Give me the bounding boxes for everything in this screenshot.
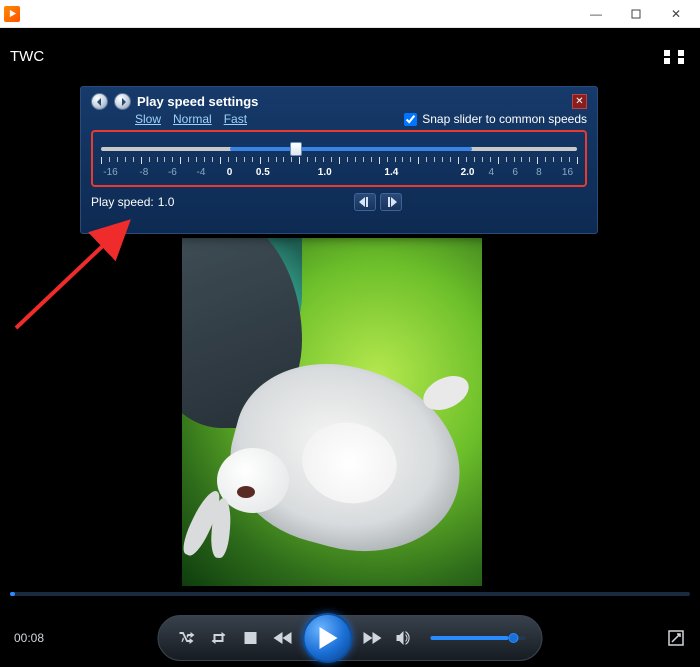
speed-ticks (101, 157, 577, 167)
panel-prev-button[interactable] (91, 93, 108, 110)
snap-label-text: Snap slider to common speeds (422, 112, 587, 126)
video-area: TWC Play speed settings ✕ Slow Normal Fa… (0, 28, 700, 608)
time-elapsed: 00:08 (14, 631, 58, 645)
fast-forward-button[interactable] (361, 626, 385, 650)
minimize-button[interactable]: — (576, 1, 616, 27)
panel-next-button[interactable] (114, 93, 131, 110)
speed-slider-highlight: -16-8-6-400.51.01.42.046816 (91, 130, 587, 187)
volume-button[interactable] (393, 626, 417, 650)
play-button[interactable] (303, 613, 353, 663)
speed-step-forward-button[interactable] (380, 193, 402, 211)
volume-slider[interactable] (431, 636, 526, 640)
speed-step-back-button[interactable] (354, 193, 376, 211)
play-speed-label: Play speed: (91, 195, 154, 209)
speed-slider[interactable] (101, 142, 577, 156)
fullscreen-button[interactable] (666, 628, 686, 648)
stop-button[interactable] (239, 626, 263, 650)
panel-close-button[interactable]: ✕ (572, 94, 587, 109)
window-controls: — ✕ (576, 1, 696, 27)
play-speed-panel: Play speed settings ✕ Slow Normal Fast S… (80, 86, 598, 234)
close-button[interactable]: ✕ (656, 1, 696, 27)
panel-title: Play speed settings (137, 94, 258, 109)
video-frame[interactable] (182, 238, 482, 586)
speed-slider-thumb[interactable] (290, 142, 302, 156)
repeat-button[interactable] (207, 626, 231, 650)
snap-checkbox-label[interactable]: Snap slider to common speeds (404, 112, 587, 126)
app-icon (4, 6, 20, 22)
rewind-button[interactable] (271, 626, 295, 650)
shuffle-button[interactable] (175, 626, 199, 650)
snap-checkbox[interactable] (404, 113, 417, 126)
speed-normal-link[interactable]: Normal (173, 112, 212, 126)
speed-labels: -16-8-6-400.51.01.42.046816 (101, 167, 577, 181)
switch-view-icon[interactable] (664, 50, 684, 64)
speed-fast-link[interactable]: Fast (224, 112, 247, 126)
transport-controls (158, 615, 543, 661)
maximize-button[interactable] (616, 1, 656, 27)
speed-slow-link[interactable]: Slow (135, 112, 161, 126)
playback-controls: 00:08 (0, 608, 700, 667)
play-speed-value: 1.0 (158, 195, 175, 209)
channel-label: TWC (10, 48, 44, 65)
seek-bar[interactable] (10, 592, 690, 596)
window-titlebar: — ✕ (0, 0, 700, 28)
